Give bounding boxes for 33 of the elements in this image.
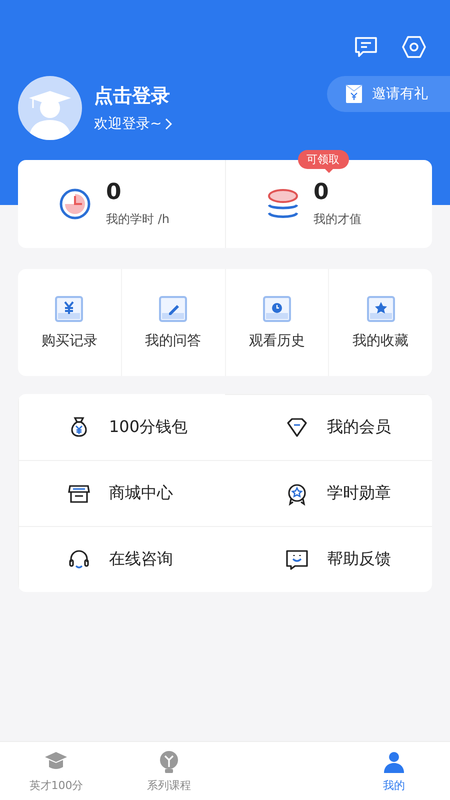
chevron-right-icon	[164, 118, 173, 130]
star-card-icon	[366, 296, 395, 322]
clock-card-icon	[262, 296, 291, 322]
medal-icon	[285, 482, 309, 506]
headset-icon	[67, 548, 91, 572]
menu-item[interactable]: 100分钱包	[18, 394, 225, 460]
menu-item[interactable]: 学时勋章	[225, 460, 432, 526]
welcome-text[interactable]: 欢迎登录~	[94, 115, 162, 133]
menu-item[interactable]: 商城中心	[18, 460, 225, 526]
shortcut-item[interactable]: 购买记录	[18, 269, 121, 376]
shortcut-item[interactable]: 我的问答	[120, 269, 224, 376]
stat-value: 0	[106, 180, 122, 205]
stat-label: 我的学时 /h	[106, 211, 170, 228]
envelope-icon	[345, 84, 363, 104]
yen-card-icon	[55, 296, 84, 322]
clock-icon	[58, 187, 92, 221]
login-title[interactable]: 点击登录	[94, 83, 327, 109]
smile-chat-icon	[285, 548, 309, 572]
tab[interactable]: 英才100分	[0, 742, 112, 800]
menu-item[interactable]: 在线咨询	[18, 526, 225, 592]
tab[interactable]: 我的	[338, 742, 450, 800]
coin-stack-icon	[266, 187, 300, 221]
menu-item[interactable]: 帮助反馈	[225, 526, 432, 592]
diamond-icon	[285, 416, 309, 440]
shortcut-item[interactable]: 我的收藏	[328, 269, 432, 376]
stat-label: 我的才值	[314, 211, 362, 228]
pencil-card-icon	[159, 296, 188, 322]
stat-value: 0	[314, 180, 330, 205]
settings-icon[interactable]	[402, 36, 426, 58]
menu-item[interactable]: 我的会员	[225, 394, 432, 460]
message-icon[interactable]	[354, 36, 378, 58]
shortcut-item[interactable]: 观看历史	[224, 269, 328, 376]
tab[interactable]: 系列课程	[112, 742, 225, 800]
